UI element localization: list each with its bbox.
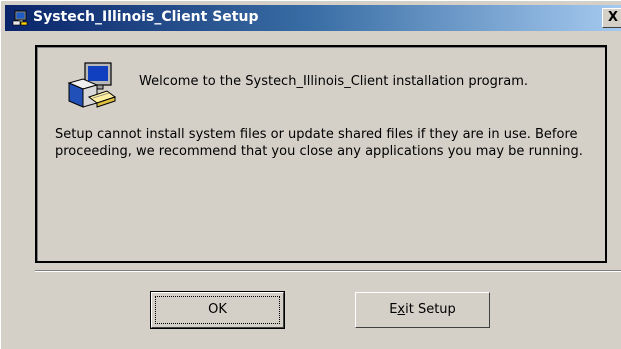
exit-label-accelerator: x bbox=[397, 302, 406, 317]
title-bar[interactable]: Systech_Illinois_Client Setup X bbox=[5, 5, 621, 31]
setup-computer-icon bbox=[67, 62, 117, 108]
welcome-text: Welcome to the Systech_Illinois_Client i… bbox=[139, 74, 528, 89]
setup-dialog-window: Systech_Illinois_Client Setup X Welcome … bbox=[0, 0, 621, 349]
close-button[interactable]: X bbox=[602, 8, 621, 28]
ok-button-label: OK bbox=[155, 296, 280, 324]
exit-setup-button[interactable]: Exit Setup bbox=[355, 292, 490, 328]
exit-label-suffix: it Setup bbox=[405, 302, 456, 317]
window-title: Systech_Illinois_Client Setup bbox=[33, 9, 259, 25]
setup-computer-icon bbox=[12, 10, 28, 26]
setup-warning-text: Setup cannot install system files or upd… bbox=[55, 127, 583, 159]
ok-button[interactable]: OK bbox=[150, 291, 285, 329]
welcome-panel: Welcome to the Systech_Illinois_Client i… bbox=[35, 45, 607, 263]
separator bbox=[35, 270, 621, 272]
